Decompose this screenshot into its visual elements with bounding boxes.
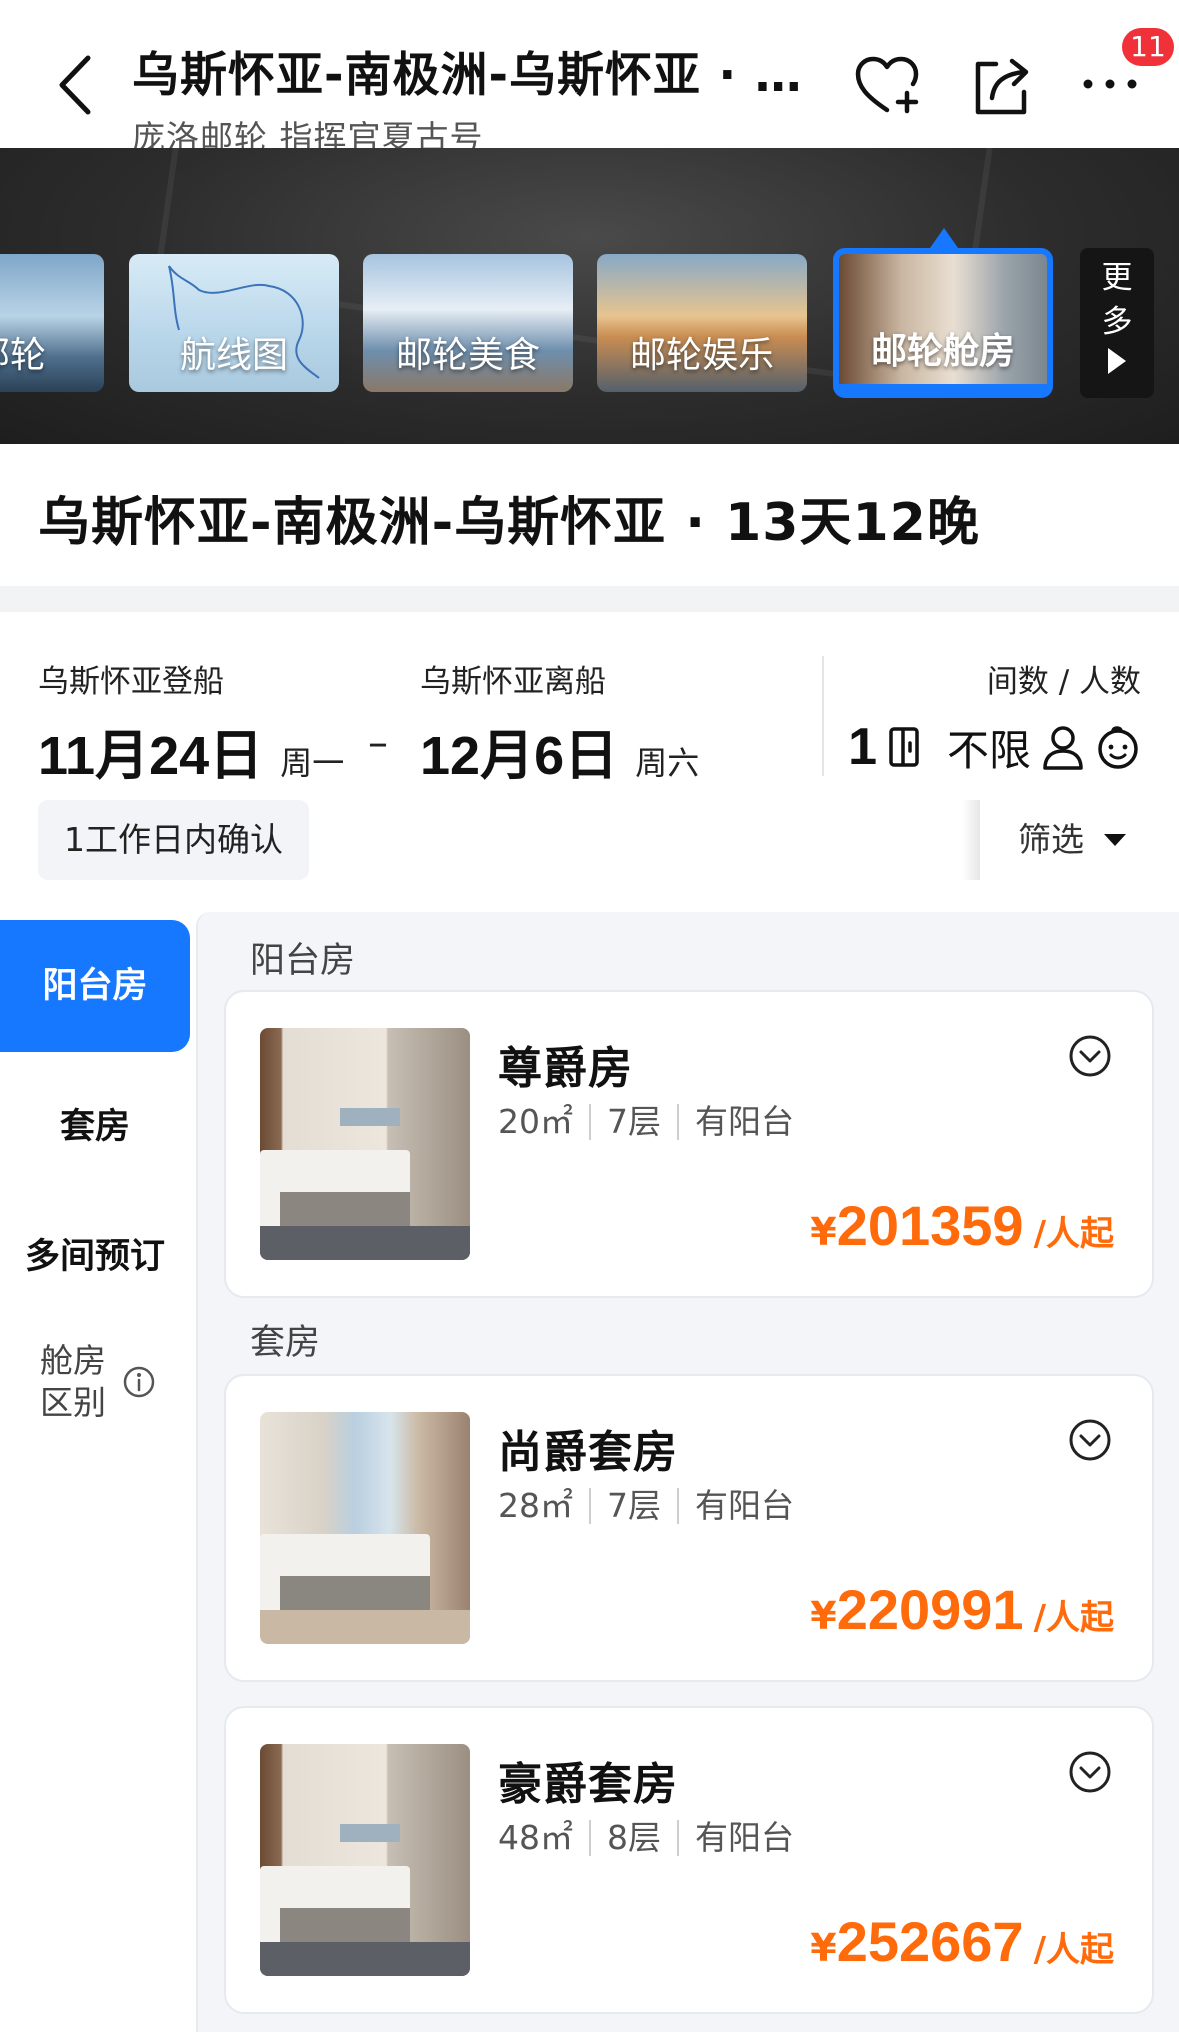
notification-badge: 11 [1122,28,1174,66]
room-meta: 28㎡ 7层 有阳台 [498,1488,810,1524]
section-divider [0,586,1179,612]
sidebar-item-suite[interactable]: 套房 [0,1082,190,1172]
room-name: 尊爵房 [498,1043,633,1094]
gallery-thumb-route-map[interactable]: 航线图 [129,254,339,392]
section-title-suite: 套房 [250,1323,321,1363]
room-photo [260,1412,470,1644]
gallery-thumb-label: 航线图 [179,335,288,376]
price-currency: ¥ [810,1594,837,1638]
room-meta: 48㎡ 8层 有阳台 [498,1820,810,1856]
filter-shadow [962,800,980,880]
gallery-thumb-label: 邮轮舱房 [870,331,1015,372]
top-nav-bar: 乌斯怀亚-南极洲-乌斯怀亚 · 13天12晚 庞洛邮轮 指挥官夏古号 11 [0,0,1179,157]
room-card[interactable]: 尚爵套房 28㎡ 7层 有阳台 ¥ 220991 /人起 [224,1374,1154,1682]
room-area: 28㎡ [498,1486,573,1525]
vertical-divider [822,656,824,776]
cabin-difference-link[interactable]: 舱房区别 [38,1340,156,1424]
price-unit: /人起 [1033,1598,1114,1638]
date-range-dash: – [368,720,388,766]
gallery-more-button[interactable]: 更多 [1080,248,1154,398]
media-gallery: 邮轮 航线图 邮轮美食 邮轮娱乐 邮轮舱房 更多 [0,148,1179,444]
filter-label: 筛选 [1018,820,1084,859]
caret-down-icon [1104,834,1126,846]
disembark-label: 乌斯怀亚离船 [420,664,606,700]
page-title: 乌斯怀亚-南极洲-乌斯怀亚 · 13天12晚 [132,48,822,103]
gallery-more-label: 更多 [1101,260,1133,340]
embark-label: 乌斯怀亚登船 [38,664,224,700]
route-title: 乌斯怀亚-南极洲-乌斯怀亚 · 13天12晚 [38,493,980,553]
gallery-thumb-cabins-active[interactable]: 邮轮舱房 [833,248,1053,398]
cabin-list-panel: 阳台房 尊爵房 20㎡ 7层 有阳台 ¥ 201359 /人起 套房 尚爵套房 … [196,912,1179,2032]
chevron-down-circle-icon[interactable] [1068,1750,1112,1794]
price-currency: ¥ [810,1210,837,1254]
gallery-thumb-dining[interactable]: 邮轮美食 [363,254,573,392]
room-card[interactable]: 豪爵套房 48㎡ 8层 有阳台 ¥ 252667 /人起 [224,1706,1154,2014]
price-value: 220991 [836,1578,1024,1641]
rooms-count: 1 [848,718,877,776]
persons-count: 不限 [946,725,1031,775]
door-icon [889,727,919,767]
active-thumb-caret [930,228,958,248]
room-photo [260,1744,470,1976]
disembark-date[interactable]: 乌斯怀亚离船 12月6日 周六 [420,656,699,790]
room-price: ¥ 252667 /人起 [810,1909,1114,1974]
price-currency: ¥ [810,1926,837,1970]
sidebar-item-balcony[interactable]: 阳台房 [0,920,190,1052]
chevron-down-circle-icon[interactable] [1068,1418,1112,1462]
room-feature: 有阳台 [677,1104,810,1140]
room-photo [260,1028,470,1260]
disembark-date-value: 12月6日 [420,726,619,786]
room-feature: 有阳台 [677,1488,810,1524]
embark-weekday: 周一 [280,744,345,782]
room-feature: 有阳台 [677,1820,810,1856]
adult-icon [1043,726,1083,770]
info-icon [123,1366,155,1398]
play-triangle-icon [1108,348,1126,374]
room-price: ¥ 201359 /人起 [810,1193,1114,1258]
room-area: 48㎡ [498,1818,573,1857]
gallery-thumb-label: 邮轮 [0,335,47,376]
embark-date[interactable]: 乌斯怀亚登船 11月24日 周一 [38,656,344,790]
gallery-thumb-ship[interactable]: 邮轮 [0,254,104,392]
gallery-thumb-label: 邮轮美食 [395,335,540,376]
gallery-thumb-label: 邮轮娱乐 [629,335,774,376]
room-floor: 8层 [589,1820,677,1856]
filter-button[interactable]: 筛选 [1018,800,1126,880]
room-meta: 20㎡ 7层 有阳台 [498,1104,810,1140]
room-area: 20㎡ [498,1102,573,1141]
confirmation-tag[interactable]: 1工作日内确认 [38,800,309,880]
section-title-balcony: 阳台房 [250,941,356,981]
room-name: 尚爵套房 [498,1427,678,1478]
back-arrow-icon[interactable] [50,50,100,120]
price-unit: /人起 [1033,1214,1114,1254]
price-unit: /人起 [1033,1930,1114,1970]
gallery-thumb-entertainment[interactable]: 邮轮娱乐 [597,254,807,392]
cabin-difference-label: 舱房区别 [40,1341,106,1422]
guests-label: 间数 / 人数 [986,664,1141,700]
active-indicator [839,384,1047,392]
guests-selector[interactable]: 1 不限 [848,712,1141,782]
sidebar-item-multi-room[interactable]: 多间预订 [0,1212,190,1302]
heart-plus-icon[interactable] [852,52,922,122]
child-icon [1098,726,1138,769]
price-value: 252667 [836,1910,1024,1973]
room-floor: 7层 [589,1488,677,1524]
room-price: ¥ 220991 /人起 [810,1577,1114,1642]
embark-date-value: 11月24日 [38,726,264,786]
price-value: 201359 [836,1194,1024,1257]
room-card[interactable]: 尊爵房 20㎡ 7层 有阳台 ¥ 201359 /人起 [224,990,1154,1298]
share-icon[interactable] [966,52,1036,122]
room-name: 豪爵套房 [498,1759,678,1810]
room-floor: 7层 [589,1104,677,1140]
title-block: 乌斯怀亚-南极洲-乌斯怀亚 · 13天12晚 庞洛邮轮 指挥官夏古号 [132,36,822,159]
chevron-down-circle-icon[interactable] [1068,1034,1112,1078]
disembark-weekday: 周六 [635,744,700,782]
cabin-category-sidebar: 阳台房 套房 多间预订 舱房区别 [0,912,196,2032]
